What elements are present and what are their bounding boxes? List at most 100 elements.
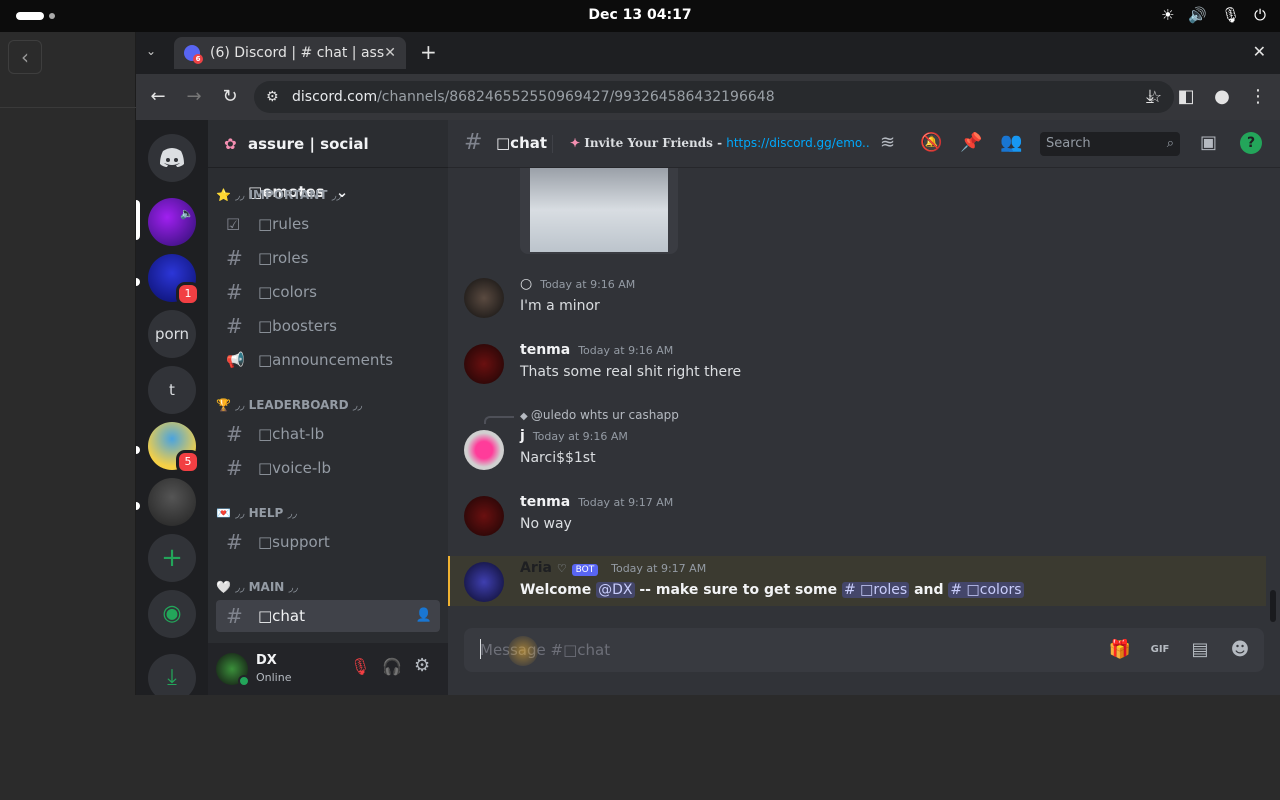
- scrollbar-thumb[interactable]: [1270, 590, 1276, 622]
- channel-label: □support: [258, 533, 330, 551]
- volume-icon[interactable]: 🔊: [1188, 6, 1207, 24]
- reply-preview[interactable]: ◆ @uledo whts ur cashapp: [520, 408, 679, 422]
- server-icon-assure[interactable]: 🔈: [148, 198, 196, 246]
- site-info-icon[interactable]: ⚙: [266, 81, 279, 113]
- back-chevron-icon[interactable]: ‹: [8, 40, 42, 74]
- close-window-icon[interactable]: ✕: [1253, 42, 1266, 61]
- search-input[interactable]: Search ⌕: [1040, 132, 1180, 156]
- author-name[interactable]: j: [520, 428, 525, 444]
- avatar[interactable]: [464, 344, 504, 384]
- author-name[interactable]: ○: [520, 276, 532, 292]
- mute-mic-icon[interactable]: 🎙: [350, 657, 370, 676]
- headphones-icon[interactable]: 🎧: [382, 657, 402, 676]
- message-text: No way: [520, 516, 572, 532]
- category-help[interactable]: 💌 ◞◞ HELP ◞◞: [216, 506, 297, 520]
- rules-channel-icon: ☑: [226, 215, 241, 234]
- channel-label: □colors: [258, 283, 317, 301]
- menu-kebab-icon[interactable]: ⋮: [1247, 86, 1269, 107]
- url-host: discord.com: [292, 89, 378, 105]
- timestamp: Today at 9:17 AM: [611, 562, 707, 575]
- channel-roles[interactable]: # □roles: [216, 242, 440, 274]
- url-bar[interactable]: ⚙ discord.com/channels/86824655255096942…: [254, 81, 1174, 113]
- profile-icon[interactable]: ●: [1211, 86, 1233, 107]
- bot-badge: BOT: [571, 564, 599, 576]
- user-mention[interactable]: @DX: [596, 582, 635, 598]
- inbox-icon[interactable]: ▣: [1200, 132, 1217, 153]
- username[interactable]: DX: [256, 653, 277, 668]
- forward-arrow-icon[interactable]: →: [183, 86, 205, 107]
- message-header: tenma Today at 9:17 AM: [520, 494, 673, 510]
- channel-rules[interactable]: ☑ □rules: [216, 208, 440, 240]
- gif-icon[interactable]: GIF: [1148, 638, 1172, 662]
- discord-home-icon[interactable]: [148, 134, 196, 182]
- help-icon[interactable]: ?: [1240, 132, 1262, 154]
- message-header: j Today at 9:16 AM: [520, 428, 628, 444]
- new-tab-icon[interactable]: +: [420, 40, 437, 64]
- divider: [552, 135, 553, 153]
- gift-icon[interactable]: 🎁: [1108, 638, 1132, 662]
- channel-topic[interactable]: ✦ Invite Your Friends - https://discord.…: [570, 136, 870, 150]
- channel-mention-colors[interactable]: # □colors: [948, 582, 1024, 598]
- message-text: Welcome @DX -- make sure to get some # □…: [520, 582, 1024, 598]
- category-main[interactable]: 🤍 ◞◞ MAIN ◞◞: [216, 580, 298, 594]
- online-status-dot: [238, 675, 250, 687]
- image-attachment[interactable]: [520, 168, 678, 254]
- hash-icon: #: [226, 314, 243, 338]
- add-server-icon[interactable]: +: [148, 534, 196, 582]
- channel-support[interactable]: # □support: [216, 526, 440, 558]
- brightness-icon[interactable]: ☀: [1161, 6, 1174, 24]
- reload-icon[interactable]: ↻: [219, 86, 241, 107]
- avatar[interactable]: [464, 430, 504, 470]
- channel-label: □chat-lb: [258, 425, 325, 443]
- author-name[interactable]: Aria: [520, 560, 552, 576]
- system-clock[interactable]: Dec 13 04:17: [0, 7, 1280, 23]
- browser-tab-bar: ⌄ 6 (6) Discord | # chat | ass ✕ + ✕: [136, 32, 1280, 74]
- system-top-bar: Dec 13 04:17 ☀ 🔊 🎙 ⏻: [0, 0, 1280, 32]
- avatar[interactable]: [464, 496, 504, 536]
- channel-label: □voice-lb: [258, 459, 331, 477]
- channel-voice-lb[interactable]: # □voice-lb: [216, 452, 440, 484]
- channel-chat-lb[interactable]: # □chat-lb: [216, 418, 440, 450]
- category-leaderboard[interactable]: 🏆 ◞◞ LEADERBOARD ◞◞: [216, 398, 362, 412]
- notification-bell-muted-icon[interactable]: 🔕: [920, 132, 942, 153]
- invite-member-icon[interactable]: 👤: [416, 600, 432, 632]
- sticker-icon[interactable]: ▤: [1188, 638, 1212, 662]
- server-icon-5[interactable]: 5: [148, 422, 200, 474]
- category-important[interactable]: ⭐ ◞◞ IMPORTANT ◞◞: [216, 188, 341, 202]
- timestamp: Today at 9:16 AM: [540, 278, 636, 291]
- channel-colors[interactable]: # □colors: [216, 276, 440, 308]
- browser-tab-discord[interactable]: 6 (6) Discord | # chat | ass ✕: [174, 37, 406, 69]
- server-icon-porn[interactable]: porn: [148, 310, 196, 358]
- explore-compass-icon[interactable]: ◉: [148, 590, 196, 638]
- microphone-icon[interactable]: 🎙: [1221, 6, 1240, 24]
- search-icon: ⌕: [1166, 136, 1174, 151]
- message-composer[interactable]: Message #□chat 🎁 GIF ▤ ☻: [464, 628, 1264, 672]
- emoji-icon[interactable]: ☻: [1228, 638, 1252, 662]
- member-list-icon[interactable]: 👥: [1000, 132, 1022, 153]
- channel-announcements[interactable]: 📢 □announcements: [216, 344, 440, 376]
- channel-mention-roles[interactable]: # □roles: [841, 582, 910, 598]
- threads-icon[interactable]: ≋: [880, 132, 895, 153]
- avatar[interactable]: [464, 562, 504, 602]
- back-arrow-icon[interactable]: ←: [147, 86, 169, 107]
- author-name[interactable]: tenma: [520, 342, 570, 358]
- server-header[interactable]: ✿ assure | social □emotes ⌄: [208, 120, 448, 201]
- channel-label: □boosters: [258, 317, 337, 335]
- topic-link[interactable]: https://discord.gg/emo...: [726, 136, 870, 150]
- selected-server-pip: [136, 200, 140, 240]
- author-name[interactable]: tenma: [520, 494, 570, 510]
- server-icon-2[interactable]: 1: [148, 254, 200, 306]
- server-icon-t[interactable]: t: [148, 366, 196, 414]
- avatar[interactable]: [464, 278, 504, 318]
- power-icon[interactable]: ⏻: [1254, 6, 1266, 24]
- pinned-messages-icon[interactable]: 📌: [960, 132, 982, 153]
- message-header: ○ Today at 9:16 AM: [520, 276, 635, 292]
- channel-chat[interactable]: # □chat 👤: [216, 600, 440, 632]
- close-tab-icon[interactable]: ✕: [384, 37, 396, 69]
- tab-list-chevron-icon[interactable]: ⌄: [146, 44, 156, 58]
- channel-boosters[interactable]: # □boosters: [216, 310, 440, 342]
- side-panel-icon[interactable]: ◧: [1175, 86, 1197, 107]
- server-icon-6[interactable]: [148, 478, 196, 526]
- settings-gear-icon[interactable]: ⚙: [414, 655, 430, 676]
- download-icon[interactable]: ⤓: [1139, 86, 1161, 107]
